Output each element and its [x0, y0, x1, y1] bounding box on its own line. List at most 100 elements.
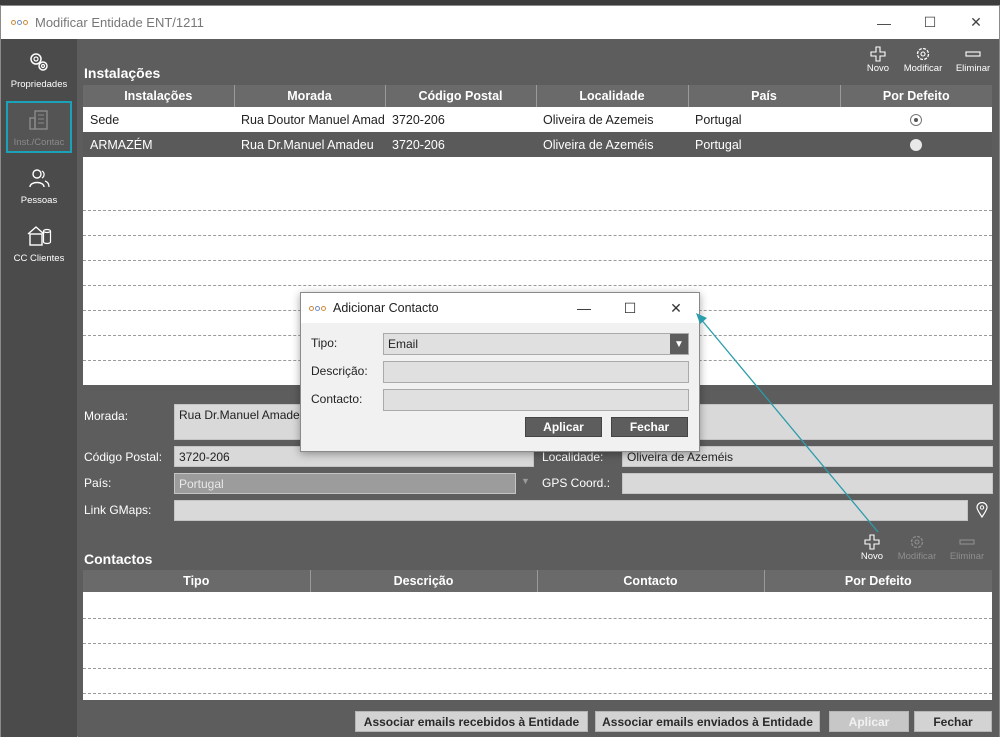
cell-localidade: Oliveira de Azeméis [543, 137, 654, 152]
modificar-label: Modificar [897, 551, 937, 562]
sidebar-item-label: Pessoas [20, 195, 58, 206]
plus-icon [870, 45, 886, 63]
pais-select[interactable]: Portugal [174, 473, 516, 494]
descricao-label: Descrição: [311, 364, 368, 378]
associar-emails-enviados-button[interactable]: Associar emails enviados à Entidade [595, 711, 820, 732]
cell-por-defeito [840, 132, 992, 157]
cell-pais: Portugal [695, 137, 742, 152]
contactos-eliminar-button[interactable]: Eliminar [945, 533, 989, 562]
eliminar-label: Eliminar [949, 551, 985, 562]
minimize-button[interactable]: — [861, 6, 907, 39]
dialog-aplicar-button[interactable]: Aplicar [525, 417, 602, 437]
minus-icon [959, 533, 975, 551]
app-logo-icon [11, 18, 29, 28]
column-header[interactable]: Morada [234, 85, 386, 107]
localidade-label: Localidade: [542, 450, 604, 464]
morada-label: Morada: [84, 409, 129, 423]
sidebar-item-pessoas[interactable]: Pessoas [1, 165, 77, 206]
dialog-fechar-button[interactable]: Fechar [611, 417, 688, 437]
tipo-label: Tipo: [311, 336, 338, 350]
dialog-minimize-button[interactable]: — [561, 293, 607, 323]
column-header[interactable]: Descrição [310, 570, 538, 592]
tipo-select[interactable]: Email ▼ [383, 333, 689, 355]
map-pin-icon[interactable] [976, 501, 988, 521]
sidebar-item-inst-contac[interactable]: Inst./Contac [6, 101, 72, 153]
sidebar-item-label: CC Clientes [13, 253, 65, 264]
table-row-selected[interactable]: ARMAZÉM Rua Dr.Manuel Amadeu 3720-206 Ol… [83, 132, 992, 157]
title-bar: Modificar Entidade ENT/1211 — ☐ ✕ [1, 6, 999, 39]
cc-clientes-icon [26, 223, 52, 249]
cell-pais: Portugal [695, 112, 742, 127]
modificar-label: Modificar [903, 63, 943, 74]
eliminar-label: Eliminar [955, 63, 991, 74]
plus-icon [864, 533, 880, 551]
codigo-postal-label: Código Postal: [84, 450, 163, 464]
novo-label: Novo [866, 63, 890, 74]
sidebar-item-label: Inst./Contac [13, 137, 65, 148]
people-icon [26, 165, 52, 191]
chevron-down-icon[interactable]: ▼ [670, 334, 688, 354]
column-header[interactable]: Instalações [83, 85, 235, 107]
radio-default-selected[interactable] [910, 114, 922, 127]
window-title: Modificar Entidade ENT/1211 [35, 15, 204, 30]
contactos-table: Tipo Descrição Contacto Por Defeito [83, 570, 992, 592]
contactos-toolbar: Novo Modificar Eliminar [855, 533, 989, 562]
maximize-button[interactable]: ☐ [907, 6, 953, 39]
close-button[interactable]: ✕ [953, 6, 999, 39]
fechar-button[interactable]: Fechar [914, 711, 992, 732]
gear-icon [915, 45, 931, 63]
minus-icon [965, 45, 981, 63]
gps-label: GPS Coord.: [542, 476, 611, 490]
link-gmaps-label: Link GMaps: [84, 503, 152, 517]
cell-por-defeito [840, 107, 992, 132]
building-icon [26, 107, 52, 133]
cell-codigo-postal: 3720-206 [392, 137, 445, 152]
associar-emails-recebidos-button[interactable]: Associar emails recebidos à Entidade [355, 711, 588, 732]
eliminar-button[interactable]: Eliminar [951, 45, 995, 74]
gears-icon [26, 49, 52, 75]
cell-localidade: Oliveira de Azemeis [543, 112, 654, 127]
gear-icon [909, 533, 925, 551]
dialog-close-button[interactable]: ✕ [653, 293, 699, 323]
novo-button[interactable]: Novo [861, 45, 895, 74]
contactos-novo-button[interactable]: Novo [855, 533, 889, 562]
sidebar-item-propriedades[interactable]: Propriedades [1, 49, 77, 90]
dialog-title-bar: Adicionar Contacto — ☐ ✕ [301, 293, 699, 323]
dialog-title: Adicionar Contacto [333, 301, 439, 315]
radio-default-unselected[interactable] [910, 139, 922, 152]
column-header[interactable]: País [688, 85, 841, 107]
column-header[interactable]: Localidade [536, 85, 689, 107]
column-header[interactable]: Contacto [537, 570, 765, 592]
column-header[interactable]: Código Postal [385, 85, 537, 107]
instalacoes-toolbar: Novo Modificar Eliminar [861, 45, 995, 74]
sidebar-item-label: Propriedades [10, 79, 68, 90]
chevron-down-icon[interactable]: ▼ [521, 476, 530, 486]
cell-instalacao: ARMAZÉM [90, 137, 153, 152]
link-gmaps-field[interactable] [174, 500, 968, 521]
cell-morada: Rua Doutor Manuel Amadeu [241, 112, 385, 127]
column-header[interactable]: Por Defeito [840, 85, 992, 107]
contacto-input[interactable] [383, 389, 689, 411]
instalacoes-table: Instalações Morada Código Postal Localid… [83, 85, 992, 157]
sidebar-item-cc-clientes[interactable]: CC Clientes [1, 223, 77, 264]
cell-instalacao: Sede [90, 112, 120, 127]
contactos-title: Contactos [84, 551, 153, 567]
sidebar: Propriedades Inst./Contac Pessoas CC Cli… [1, 39, 77, 737]
dialog-maximize-button[interactable]: ☐ [607, 293, 653, 323]
novo-label: Novo [860, 551, 884, 562]
table-row[interactable]: Sede Rua Doutor Manuel Amadeu 3720-206 O… [83, 107, 992, 132]
modificar-button[interactable]: Modificar [901, 45, 945, 74]
gps-field[interactable] [622, 473, 993, 494]
descricao-input[interactable] [383, 361, 689, 383]
cell-morada: Rua Dr.Manuel Amadeu [241, 137, 374, 152]
instalacoes-title: Instalações [84, 65, 161, 81]
pais-label: País: [84, 476, 112, 490]
cell-codigo-postal: 3720-206 [392, 112, 445, 127]
column-header[interactable]: Tipo [83, 570, 311, 592]
contactos-modificar-button[interactable]: Modificar [895, 533, 939, 562]
adicionar-contacto-dialog: Adicionar Contacto — ☐ ✕ Tipo: Email ▼ D… [300, 292, 700, 452]
tipo-value: Email [388, 337, 419, 351]
aplicar-button[interactable]: Aplicar [829, 711, 909, 732]
app-logo-icon [309, 303, 327, 313]
column-header[interactable]: Por Defeito [764, 570, 992, 592]
